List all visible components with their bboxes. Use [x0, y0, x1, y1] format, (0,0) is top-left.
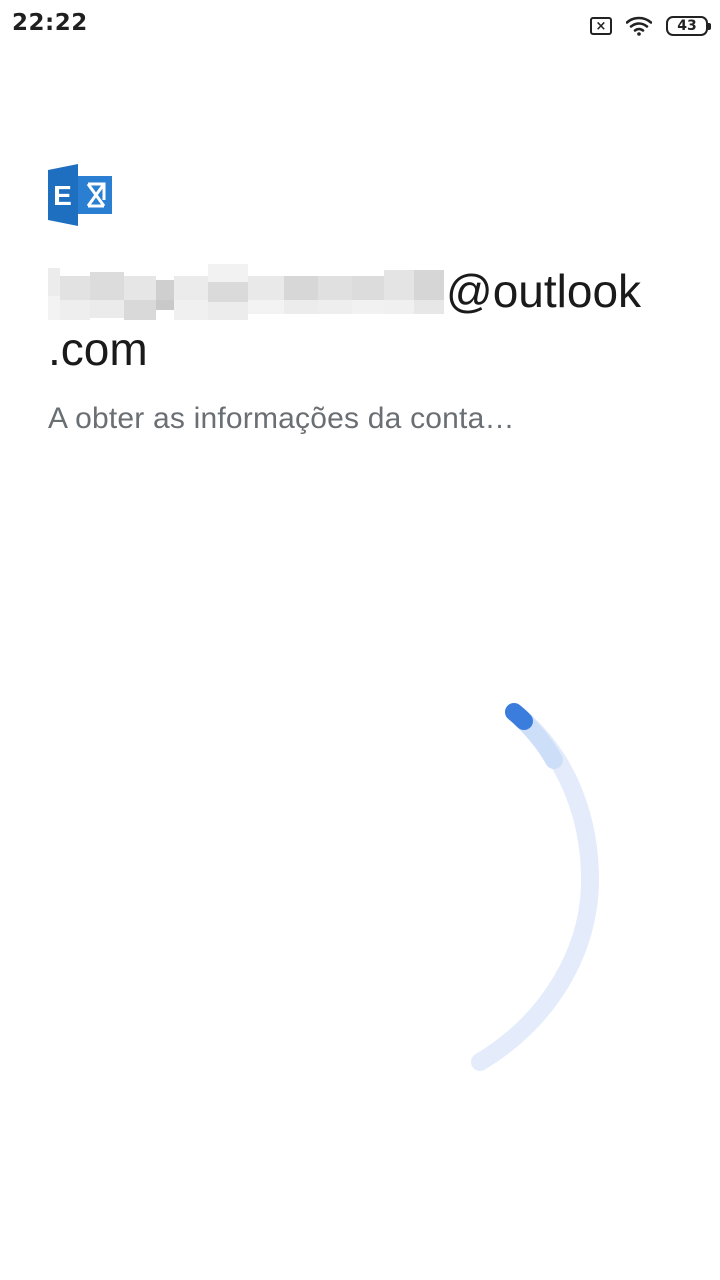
no-sim-icon: × [590, 17, 612, 35]
redacted-username [48, 262, 444, 320]
status-time: 22:22 [12, 10, 88, 36]
exchange-logo-letter: E [53, 180, 72, 211]
account-email: @outlook .com [48, 262, 668, 378]
loading-spinner-icon [471, 703, 600, 1071]
status-icons: × 43 [590, 14, 711, 38]
exchange-logo-icon: E [48, 164, 112, 226]
email-domain: @outlook [446, 265, 642, 317]
battery-indicator: 43 [666, 16, 711, 36]
status-bar: 22:22 × 43 [0, 0, 720, 52]
email-tld: .com [48, 323, 148, 375]
wifi-icon [626, 16, 652, 36]
status-message: A obter as informações da conta… [48, 402, 515, 435]
